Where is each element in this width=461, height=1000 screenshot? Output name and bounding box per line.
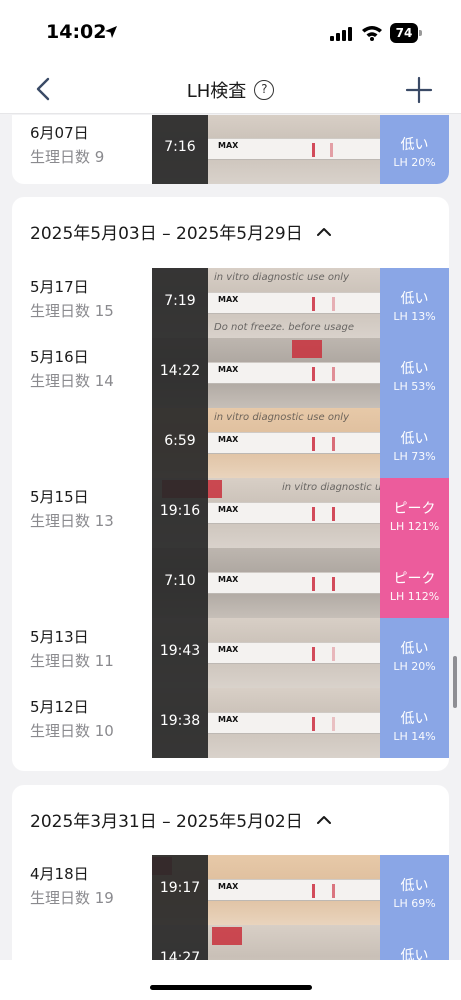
result-lh-value: LH 73%: [393, 450, 436, 463]
result-lh-value: LH 13%: [393, 310, 436, 323]
result-status: 低い: [400, 711, 429, 727]
result-lh-value: LH 112%: [389, 590, 440, 603]
result-badge: 低い LH 69%: [380, 855, 449, 925]
cycle-range: 2025年3月31日 – 2025年5月02日: [30, 812, 303, 832]
result-badge: 低い: [380, 925, 449, 960]
test-card-top: 6月07日 生理日数 9 MAX 7:16 低い LH 20%: [12, 115, 449, 184]
test-strip-photo[interactable]: MAX 14:22: [152, 338, 380, 408]
add-button[interactable]: [404, 75, 434, 105]
result-status: ピーク: [393, 501, 436, 517]
list-item[interactable]: 4月18日 生理日数 19 MAX 19:17 低い LH 69%: [12, 855, 449, 925]
list-item[interactable]: 5月13日 生理日数 11 MAX 19:43 低い LH 20%: [12, 618, 449, 688]
entry-time: 19:17: [159, 880, 201, 896]
cycle-range: 2025年5月03日 – 2025年5月29日: [30, 224, 303, 244]
cellular-signal-icon: [330, 27, 352, 41]
entry-cycle-day: 生理日数 11: [30, 652, 114, 670]
scroll-indicator[interactable]: [453, 656, 457, 708]
entry-date: 5月13日: [30, 628, 89, 646]
entry-date: 5月17日: [30, 278, 89, 296]
battery-level: 74: [390, 23, 418, 43]
list-item[interactable]: MAX 7:10 ピーク LH 112%: [12, 548, 449, 618]
page-title: LH検査: [186, 81, 247, 102]
list-item[interactable]: 5月15日 生理日数 13 in vitro diagnostic use on…: [12, 478, 449, 548]
status-bar: 14:02 74: [0, 0, 461, 64]
test-strip-photo[interactable]: MAX 19:38: [152, 688, 380, 758]
battery-icon: 74: [390, 23, 422, 43]
result-badge: 低い LH 53%: [380, 338, 449, 408]
page-title-container: LH検査 ?: [0, 77, 461, 103]
test-strip-photo[interactable]: MAX 7:10: [152, 548, 380, 618]
cycle-card: 2025年3月31日 – 2025年5月02日 4月18日 生理日数 19 MA…: [12, 785, 449, 960]
wifi-icon: [362, 26, 382, 41]
cycle-range-header[interactable]: 2025年5月03日 – 2025年5月29日: [30, 219, 331, 244]
chevron-up-icon[interactable]: [316, 227, 331, 236]
entry-cycle-day: 生理日数 9: [30, 148, 105, 166]
cycle-card: 2025年5月03日 – 2025年5月29日 5月17日 生理日数 15 in…: [12, 197, 449, 771]
entry-cycle-day: 生理日数 13: [30, 512, 114, 530]
list-item[interactable]: 6月07日 生理日数 9 MAX 7:16 低い LH 20%: [12, 115, 449, 184]
result-badge: ピーク LH 121%: [380, 478, 449, 548]
result-lh-value: LH 53%: [393, 380, 436, 393]
entry-cycle-day: 生理日数 15: [30, 302, 114, 320]
result-badge: 低い LH 20%: [380, 618, 449, 688]
result-badge: 低い LH 20%: [380, 115, 449, 184]
result-status: 低い: [400, 878, 429, 894]
result-badge: 低い LH 13%: [380, 268, 449, 338]
entry-time: 14:22: [159, 363, 201, 379]
entry-cycle-day: 生理日数 19: [30, 889, 114, 907]
entry-time: 7:16: [164, 139, 196, 155]
result-lh-value: LH 121%: [389, 520, 440, 533]
test-strip-photo[interactable]: in vitro diagnostic use only MAX 6:59: [152, 408, 380, 478]
test-strip-photo[interactable]: in vitro diagnostic use only MAX Do not …: [152, 268, 380, 338]
result-lh-value: LH 69%: [393, 897, 436, 910]
entry-time: 14:27: [159, 950, 201, 960]
help-icon[interactable]: ?: [254, 80, 275, 100]
entry-date: 6月07日: [30, 124, 89, 142]
result-badge: ピーク LH 112%: [380, 548, 449, 618]
location-arrow-icon: [105, 26, 117, 38]
result-badge: 低い LH 14%: [380, 688, 449, 758]
entry-date: 5月15日: [30, 488, 89, 506]
entry-date: 5月12日: [30, 698, 89, 716]
status-time: 14:02: [46, 21, 107, 43]
test-strip-photo[interactable]: 14:27: [152, 925, 380, 960]
entry-cycle-day: 生理日数 14: [30, 372, 114, 390]
home-indicator[interactable]: [150, 985, 312, 990]
entry-date: 5月16日: [30, 348, 89, 366]
entry-time: 7:10: [164, 573, 196, 589]
list-item[interactable]: 14:27 低い: [12, 925, 449, 960]
test-list[interactable]: 6月07日 生理日数 9 MAX 7:16 低い LH 20% 2025年5月0…: [0, 115, 461, 960]
test-strip-photo[interactable]: MAX 19:17: [152, 855, 380, 925]
list-item[interactable]: 5月17日 生理日数 15 in vitro diagnostic use on…: [12, 268, 449, 338]
entry-time: 19:38: [159, 713, 201, 729]
bottom-bar: [0, 960, 461, 1000]
result-lh-value: LH 14%: [393, 730, 436, 743]
list-item[interactable]: 5月16日 生理日数 14 MAX 14:22 低い LH 53%: [12, 338, 449, 408]
result-status: ピーク: [393, 571, 436, 587]
result-lh-value: LH 20%: [393, 156, 436, 169]
cycle-range-header[interactable]: 2025年3月31日 – 2025年5月02日: [30, 807, 331, 832]
result-status: 低い: [400, 291, 429, 307]
result-lh-value: LH 20%: [393, 660, 436, 673]
entry-date: 4月18日: [30, 865, 89, 883]
result-status: 低い: [400, 641, 429, 657]
chevron-up-icon[interactable]: [316, 815, 331, 824]
test-strip-photo[interactable]: MAX 19:43: [152, 618, 380, 688]
entry-time: 19:43: [159, 643, 201, 659]
result-status: 低い: [400, 431, 429, 447]
navigation-bar: LH検査 ?: [0, 64, 461, 114]
result-status: 低い: [400, 137, 429, 153]
result-status: 低い: [400, 361, 429, 377]
test-strip-photo[interactable]: in vitro diagnostic use only MAX 19:16: [152, 478, 380, 548]
entry-time: 19:16: [159, 503, 201, 519]
entry-time: 7:19: [164, 293, 196, 309]
entry-cycle-day: 生理日数 10: [30, 722, 114, 740]
test-strip-photo[interactable]: MAX 7:16: [152, 115, 380, 184]
result-badge: 低い LH 73%: [380, 408, 449, 478]
result-status: 低い: [400, 948, 429, 960]
list-item[interactable]: in vitro diagnostic use only MAX 6:59 低い…: [12, 408, 449, 478]
entry-time: 6:59: [164, 433, 196, 449]
list-item[interactable]: 5月12日 生理日数 10 MAX 19:38 低い LH 14%: [12, 688, 449, 758]
